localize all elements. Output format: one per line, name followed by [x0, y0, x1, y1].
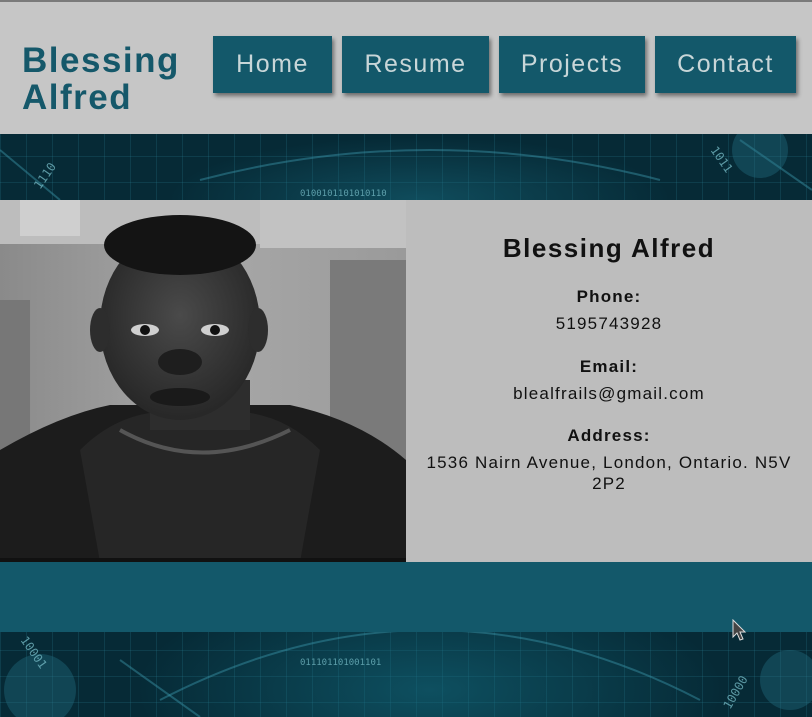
site-header: Blessing Alfred Home Resume Projects Con… — [0, 0, 812, 134]
accent-band — [0, 562, 812, 632]
phone-label: Phone: — [576, 287, 642, 306]
profile-photo — [0, 200, 406, 562]
email-block: Email: blealfrails@gmail.com — [406, 357, 812, 404]
address-label: Address: — [567, 426, 651, 445]
svg-text:1011: 1011 — [708, 144, 736, 176]
svg-text:011101101001101: 011101101001101 — [300, 658, 381, 668]
email-label: Email: — [579, 357, 639, 376]
main-nav: Home Resume Projects Contact — [213, 36, 796, 93]
email-value[interactable]: blealfrails@gmail.com — [406, 383, 812, 404]
phone-value[interactable]: 5195743928 — [406, 313, 812, 334]
mouse-cursor-icon — [732, 619, 747, 641]
svg-text:1110: 1110 — [31, 160, 59, 192]
svg-text:10000: 10000 — [720, 673, 750, 711]
address-value: 1536 Nairn Avenue, London, Ontario. N5V … — [426, 453, 792, 493]
nav-projects-button[interactable]: Projects — [499, 36, 645, 93]
address-block: Address: 1536 Nairn Avenue, London, Onta… — [406, 426, 812, 494]
nav-contact-button[interactable]: Contact — [655, 36, 796, 93]
profile-name: Blessing Alfred — [502, 233, 716, 263]
phone-block: Phone: 5195743928 — [406, 287, 812, 334]
site-brand[interactable]: Blessing Alfred — [22, 42, 207, 116]
contact-info-panel: Blessing Alfred Phone: 5195743928 Email:… — [406, 200, 812, 562]
nav-home-button[interactable]: Home — [213, 36, 332, 93]
nav-resume-button[interactable]: Resume — [342, 36, 489, 93]
portrait-illustration — [0, 200, 406, 558]
svg-text:0100101101010110: 0100101101010110 — [300, 189, 387, 199]
